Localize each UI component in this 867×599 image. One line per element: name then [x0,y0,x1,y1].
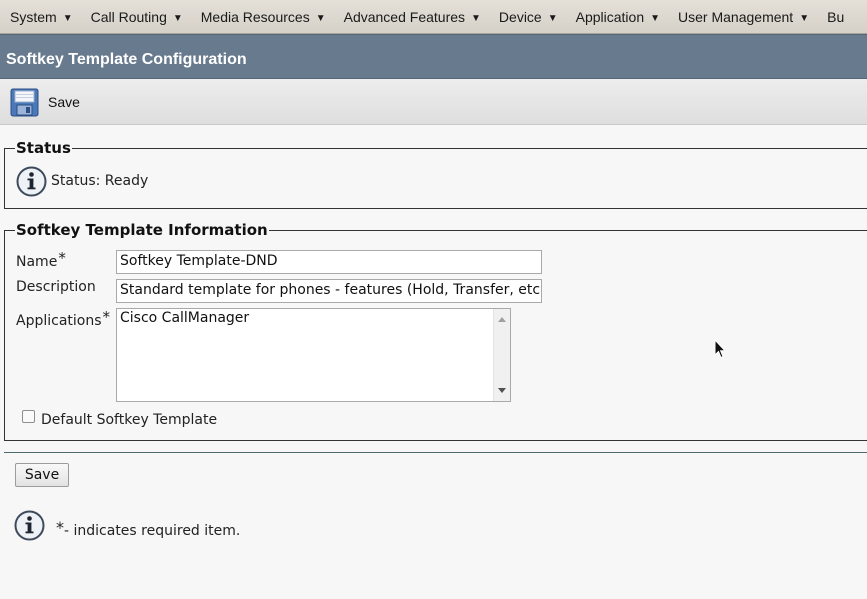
template-info-legend: Softkey Template Information [15,221,269,239]
listbox-scrollbar[interactable] [493,309,510,401]
applications-listbox[interactable]: Cisco CallManager [116,308,511,402]
menu-advanced-features-label: Advanced Features [343,9,466,25]
chevron-down-icon: ▼ [547,13,558,24]
required-asterisk: * [102,308,111,326]
info-icon [16,166,47,197]
list-item[interactable]: Cisco CallManager [120,310,249,326]
menu-bulk-administration-label: Bu [827,9,845,25]
mouse-pointer-icon [714,339,726,359]
page-title: Softkey Template Configuration [0,34,867,79]
applications-label: Applications* [16,308,110,329]
menu-device-label: Device [498,9,542,25]
required-asterisk: * [58,249,66,267]
chevron-down-icon: ▼ [172,13,183,24]
menu-user-management-label: User Management [678,9,794,25]
scroll-down-icon[interactable] [498,388,506,393]
save-button[interactable]: Save [15,463,69,487]
main-menu-bar: System ▼ Call Routing ▼ Media Resources ▼ Adva… [0,0,867,34]
description-field[interactable]: Standard template for phones - features … [116,279,542,303]
menu-system-label: System [10,9,57,25]
menu-call-routing[interactable]: Call Routing ▼ [81,0,191,33]
toolbar-save-label: Save [48,94,80,110]
menu-bulk-administration[interactable]: Bu [817,0,852,33]
required-note-star: * [56,518,64,537]
chevron-down-icon: ▼ [799,13,810,24]
menu-user-management[interactable]: User Management ▼ [668,0,817,33]
required-note-text: - indicates required item. [64,523,241,539]
applications-label-text: Applications [16,313,102,329]
chevron-down-icon: ▼ [471,13,481,24]
floppy-disk-icon [10,88,39,116]
default-template-checkbox[interactable] [22,410,35,423]
info-icon [14,510,45,541]
scroll-up-icon[interactable] [498,317,506,322]
chevron-down-icon: ▼ [62,13,73,24]
menu-call-routing-label: Call Routing [90,9,167,25]
template-info-section: Softkey Template Information Name* Softk… [4,221,867,441]
description-label: Description [16,279,96,295]
required-note: *- indicates required item. [56,518,240,539]
toolbar: Save [0,79,867,125]
menu-advanced-features[interactable]: Advanced Features ▼ [334,0,489,33]
toolbar-save-button[interactable]: Save [10,87,80,117]
menu-system[interactable]: System ▼ [0,0,81,33]
chevron-down-icon: ▼ [315,13,326,24]
name-field[interactable]: Softkey Template-DND [116,250,542,274]
menu-device[interactable]: Device ▼ [489,0,566,33]
menu-application[interactable]: Application ▼ [566,0,668,33]
name-label-text: Name [16,254,58,270]
name-label: Name* [16,249,66,270]
menu-media-resources-label: Media Resources [200,9,310,25]
chevron-down-icon: ▼ [650,13,661,24]
section-divider [4,452,867,453]
default-template-label: Default Softkey Template [41,412,218,428]
menu-media-resources[interactable]: Media Resources ▼ [191,0,334,33]
status-section: Status Status: Ready [4,139,867,209]
status-text: Status: Ready [51,173,149,189]
status-legend: Status [15,139,72,157]
menu-application-label: Application [575,9,645,25]
